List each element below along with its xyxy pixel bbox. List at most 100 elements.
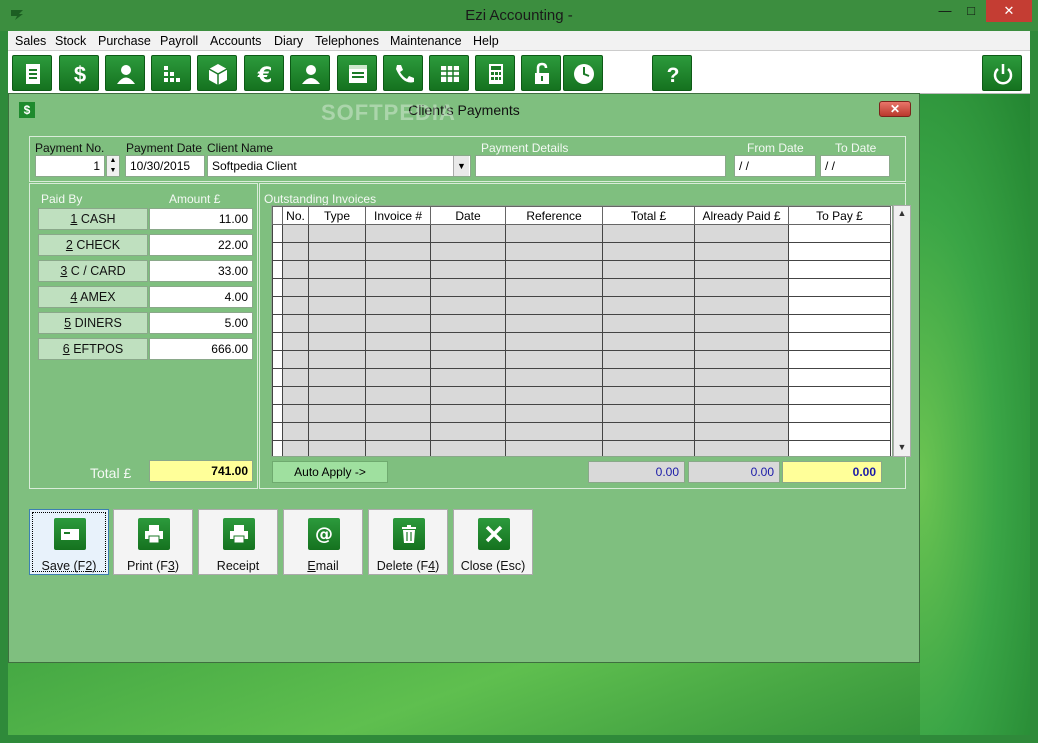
cash-button[interactable]: 1 CASH	[38, 208, 148, 230]
col-already-paid[interactable]: Already Paid £	[694, 206, 789, 225]
table-cell[interactable]	[788, 440, 891, 456]
table-cell[interactable]	[308, 278, 366, 297]
payment-details-field[interactable]	[475, 155, 726, 177]
col-to-pay[interactable]: To Pay £	[788, 206, 891, 225]
col-reference[interactable]: Reference	[505, 206, 603, 225]
table-row[interactable]	[272, 440, 891, 456]
table-cell[interactable]	[365, 404, 431, 423]
table-cell[interactable]	[365, 332, 431, 351]
menu-maintenance[interactable]: Maintenance	[390, 34, 462, 48]
table-cell[interactable]	[430, 332, 506, 351]
table-cell[interactable]	[505, 440, 603, 456]
table-cell[interactable]	[365, 242, 431, 261]
table-cell[interactable]	[505, 314, 603, 333]
table-cell[interactable]	[272, 242, 283, 261]
close-button[interactable]: Close (Esc)	[453, 509, 533, 575]
table-cell[interactable]	[694, 386, 789, 405]
check-amount-field[interactable]: 22.00	[149, 234, 253, 256]
table-cell[interactable]	[282, 350, 309, 369]
table-cell[interactable]	[694, 350, 789, 369]
table-cell[interactable]	[788, 404, 891, 423]
toolbar-exit-button[interactable]	[982, 55, 1022, 91]
col-invoice-no[interactable]: Invoice #	[365, 206, 431, 225]
table-cell[interactable]	[282, 332, 309, 351]
menu-accounts[interactable]: Accounts	[210, 34, 261, 48]
dialog-titlebar[interactable]: $ Client's Payments SOFTPEDIA ✕	[9, 94, 919, 125]
table-cell[interactable]	[430, 314, 506, 333]
credit-card-amount-field[interactable]: 33.00	[149, 260, 253, 282]
table-cell[interactable]	[282, 278, 309, 297]
menu-help[interactable]: Help	[473, 34, 499, 48]
col-no[interactable]: No.	[282, 206, 309, 225]
table-cell[interactable]	[430, 440, 506, 456]
table-cell[interactable]	[308, 314, 366, 333]
table-cell[interactable]	[602, 368, 695, 387]
table-cell[interactable]	[788, 224, 891, 243]
chevron-up-icon[interactable]: ▲	[894, 208, 910, 218]
table-cell[interactable]	[505, 278, 603, 297]
table-cell[interactable]	[365, 350, 431, 369]
table-cell[interactable]	[694, 296, 789, 315]
table-cell[interactable]	[694, 368, 789, 387]
table-row[interactable]	[272, 296, 891, 315]
check-button[interactable]: 2 CHECK	[38, 234, 148, 256]
table-cell[interactable]	[505, 224, 603, 243]
toolbar-payments-button[interactable]: $	[59, 55, 99, 91]
save-button[interactable]: Save (F2)	[29, 509, 109, 575]
table-cell[interactable]	[505, 332, 603, 351]
table-cell[interactable]	[308, 242, 366, 261]
table-cell[interactable]	[602, 440, 695, 456]
table-cell[interactable]	[788, 242, 891, 261]
table-cell[interactable]	[505, 242, 603, 261]
chevron-down-icon[interactable]: ▼	[453, 156, 469, 176]
table-cell[interactable]	[308, 224, 366, 243]
table-cell[interactable]	[308, 386, 366, 405]
menu-stock[interactable]: Stock	[55, 34, 86, 48]
table-cell[interactable]	[602, 386, 695, 405]
table-cell[interactable]	[365, 422, 431, 441]
toolbar-ledger-button[interactable]	[337, 55, 377, 91]
table-cell[interactable]	[694, 242, 789, 261]
table-cell[interactable]	[430, 224, 506, 243]
table-cell[interactable]	[505, 350, 603, 369]
table-row[interactable]	[272, 260, 891, 279]
table-cell[interactable]	[505, 404, 603, 423]
table-cell[interactable]	[282, 368, 309, 387]
diners-amount-field[interactable]: 5.00	[149, 312, 253, 334]
from-date-field[interactable]: / /	[734, 155, 816, 177]
table-cell[interactable]	[272, 332, 283, 351]
table-cell[interactable]	[602, 314, 695, 333]
table-cell[interactable]	[602, 350, 695, 369]
to-date-field[interactable]: / /	[820, 155, 890, 177]
toolbar-diary-button[interactable]	[563, 55, 603, 91]
table-row[interactable]	[272, 314, 891, 333]
toolbar-telephone-button[interactable]	[383, 55, 423, 91]
table-cell[interactable]	[430, 278, 506, 297]
toolbar-clients-button[interactable]	[105, 55, 145, 91]
table-row[interactable]	[272, 350, 891, 369]
toolbar-help-button[interactable]: ?	[652, 55, 692, 91]
col-type[interactable]: Type	[308, 206, 366, 225]
toolbar-calculator-button[interactable]	[475, 55, 515, 91]
chevron-down-icon[interactable]: ▼	[894, 442, 910, 452]
table-cell[interactable]	[308, 404, 366, 423]
table-row[interactable]	[272, 422, 891, 441]
table-cell[interactable]	[788, 296, 891, 315]
minimize-button[interactable]: —	[932, 0, 958, 22]
table-cell[interactable]	[272, 260, 283, 279]
table-cell[interactable]	[308, 332, 366, 351]
table-cell[interactable]	[602, 422, 695, 441]
eftpos-button[interactable]: 6 EFTPOS	[38, 338, 148, 360]
dialog-close-button[interactable]: ✕	[879, 101, 911, 117]
table-cell[interactable]	[505, 422, 603, 441]
table-cell[interactable]	[308, 296, 366, 315]
amex-amount-field[interactable]: 4.00	[149, 286, 253, 308]
table-cell[interactable]	[272, 440, 283, 456]
table-cell[interactable]	[694, 278, 789, 297]
payment-date-field[interactable]: 10/30/2015	[125, 155, 205, 177]
table-cell[interactable]	[430, 242, 506, 261]
table-cell[interactable]	[308, 440, 366, 456]
table-cell[interactable]	[282, 296, 309, 315]
diners-button[interactable]: 5 DINERS	[38, 312, 148, 334]
table-cell[interactable]	[788, 350, 891, 369]
